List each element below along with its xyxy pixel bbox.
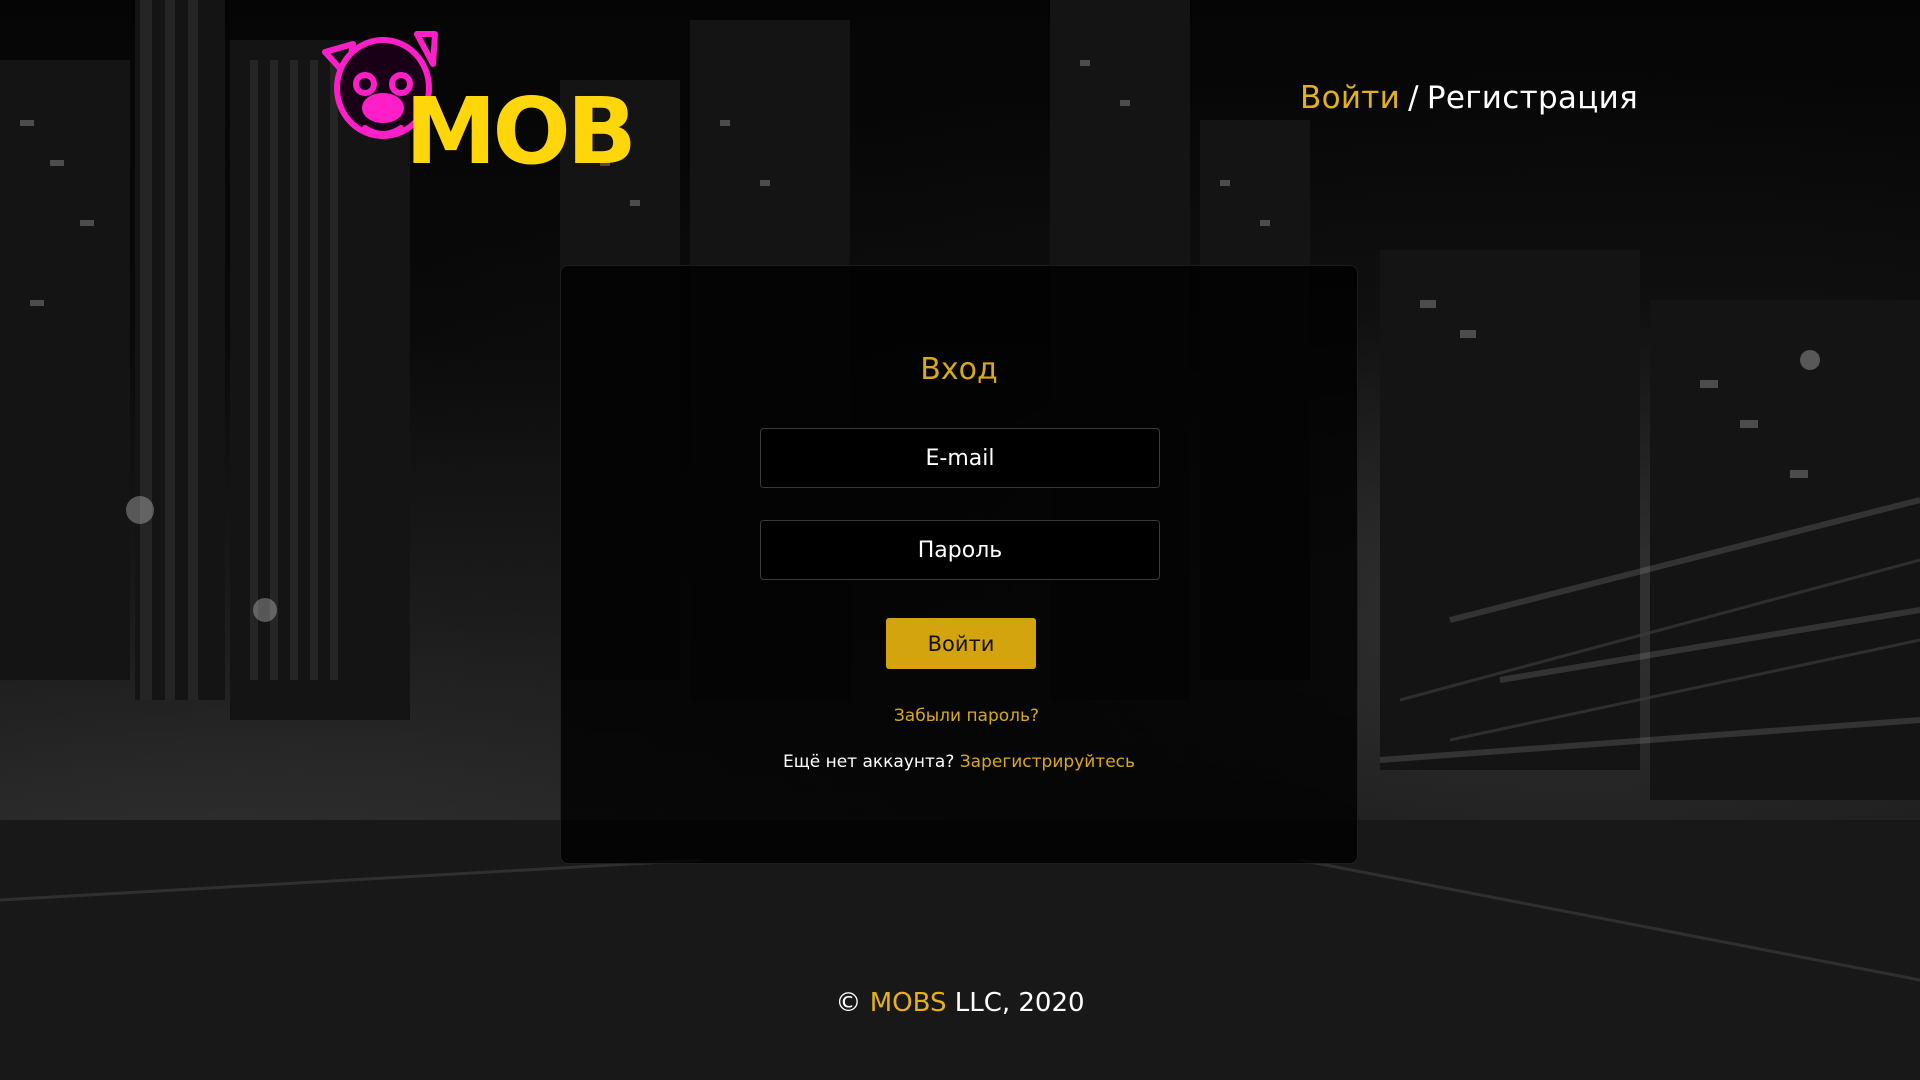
footer-company: LLC, 2020 bbox=[954, 988, 1085, 1018]
login-submit-button[interactable]: Войти bbox=[886, 618, 1036, 669]
footer-copyright: © MOBS LLC, 2020 bbox=[0, 988, 1920, 1018]
forgot-password-link[interactable]: Забыли пароль? bbox=[561, 706, 1357, 726]
password-field[interactable] bbox=[760, 520, 1160, 580]
email-field[interactable] bbox=[760, 428, 1160, 488]
mobs-logo[interactable]: MOBS bbox=[305, 28, 635, 178]
header-auth-links: Войти / Регистрация bbox=[1300, 80, 1638, 116]
copyright-symbol: © bbox=[835, 988, 862, 1018]
footer-brand: MOBS bbox=[869, 988, 947, 1018]
signup-prompt: Ещё нет аккаунта? Зарегистрируйтесь bbox=[561, 752, 1357, 772]
header-register-link[interactable]: Регистрация bbox=[1427, 80, 1638, 116]
signup-link[interactable]: Зарегистрируйтесь bbox=[960, 752, 1135, 772]
header-login-link[interactable]: Войти bbox=[1300, 80, 1400, 116]
login-card: Вход Войти Забыли пароль? Ещё нет аккаун… bbox=[560, 265, 1358, 864]
logo-wordmark: MOBS bbox=[405, 78, 635, 178]
no-account-text: Ещё нет аккаунта? bbox=[782, 752, 955, 772]
login-title: Вход bbox=[920, 352, 998, 387]
header-separator: / bbox=[1408, 80, 1419, 116]
login-page: MOBS Войти/Регистрация Вход Войти Забыли… bbox=[0, 0, 1920, 1080]
